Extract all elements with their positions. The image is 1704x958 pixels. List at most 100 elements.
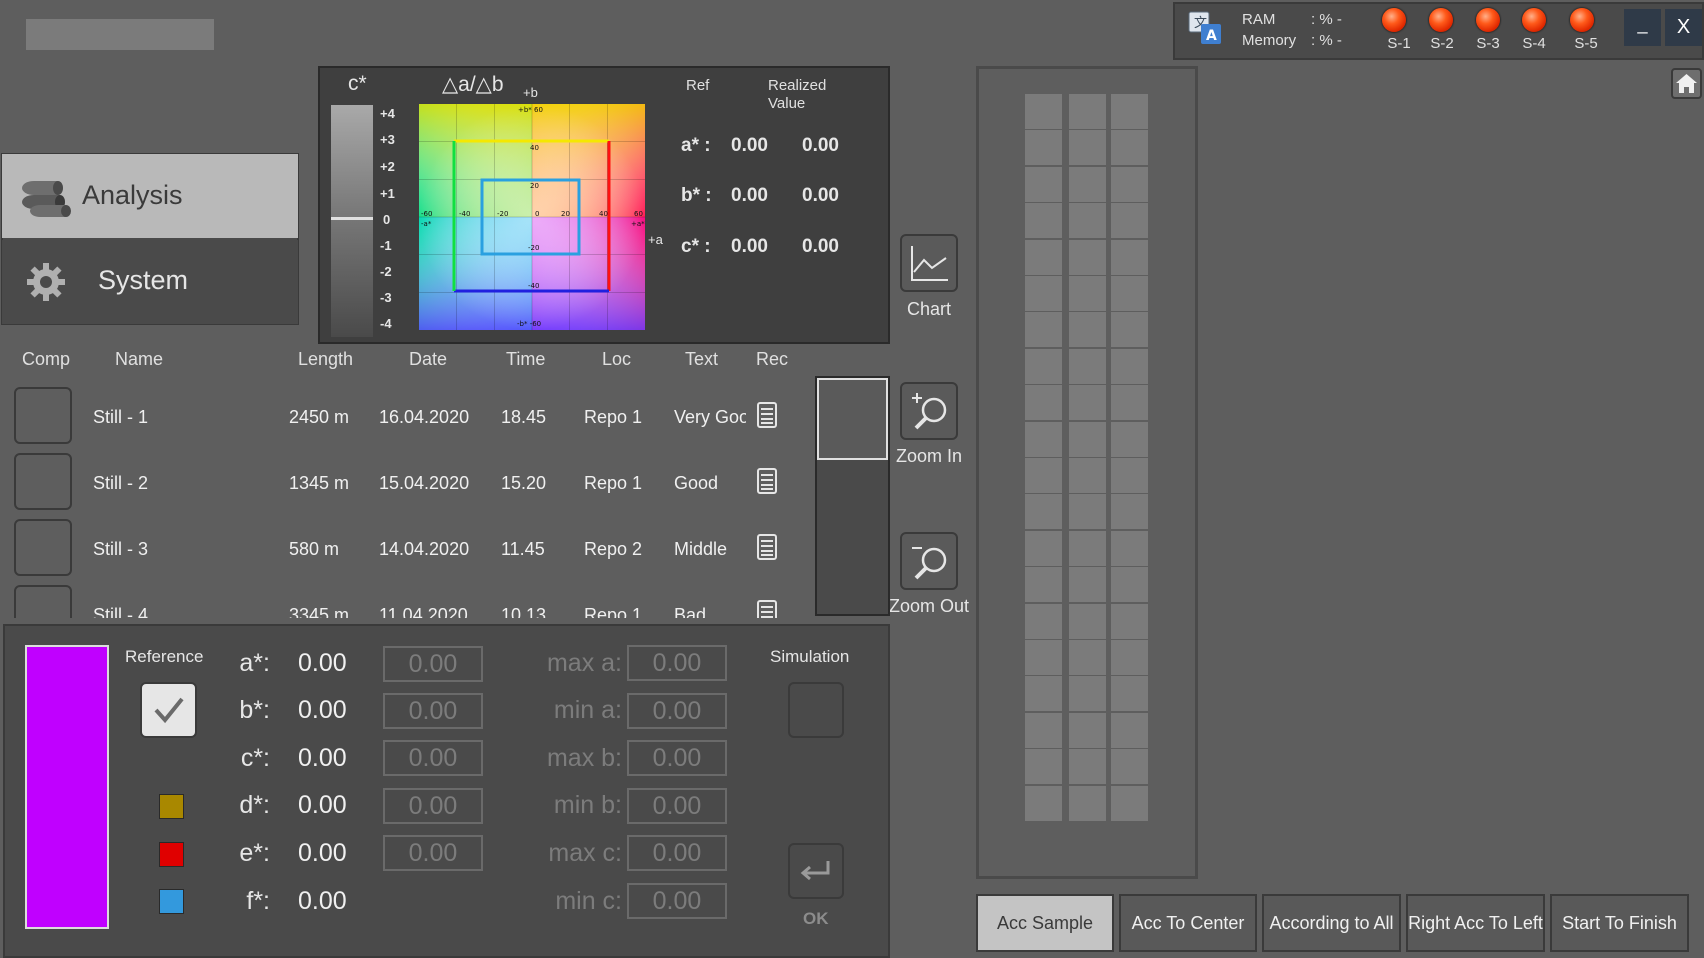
record-icon[interactable] — [757, 534, 777, 560]
grid-cell[interactable] — [1069, 94, 1106, 129]
title-placeholder — [26, 19, 214, 50]
grid-cell[interactable] — [1025, 239, 1062, 275]
grid-cell[interactable] — [1025, 94, 1062, 129]
min-b-input[interactable]: 0.00 — [627, 788, 727, 824]
grid-cell[interactable] — [1025, 785, 1062, 821]
compare-checkbox[interactable] — [14, 453, 72, 510]
grid-cell[interactable] — [1069, 239, 1106, 275]
grid-cell[interactable] — [1111, 640, 1148, 675]
grid-cell[interactable] — [1111, 312, 1148, 348]
record-icon[interactable] — [757, 468, 777, 494]
grid-cell[interactable] — [1111, 567, 1148, 603]
grid-cell[interactable] — [1025, 603, 1062, 639]
grid-cell[interactable] — [1111, 130, 1148, 166]
grid-cell[interactable] — [1111, 166, 1148, 202]
home-button[interactable] — [1671, 68, 1702, 99]
reference-checkbox[interactable] — [140, 682, 197, 738]
b-star-input[interactable]: 0.00 — [383, 693, 483, 729]
grid-cell[interactable] — [1069, 712, 1106, 748]
grid-cell[interactable] — [1069, 312, 1106, 348]
minimize-button[interactable]: _ — [1624, 9, 1661, 46]
record-icon[interactable] — [757, 600, 777, 618]
min-c-input[interactable]: 0.00 — [627, 883, 727, 919]
grid-cell[interactable] — [1025, 567, 1062, 603]
max-c-input[interactable]: 0.00 — [627, 835, 727, 871]
grid-cell[interactable] — [1069, 203, 1106, 239]
table-row[interactable]: Still - 3 580 m 14.04.2020 11.45 Repo 2 … — [0, 507, 800, 576]
grid-cell[interactable] — [1025, 348, 1062, 384]
grid-cell[interactable] — [1025, 421, 1062, 457]
grid-cell[interactable] — [1069, 785, 1106, 821]
max-a-input[interactable]: 0.00 — [627, 645, 727, 681]
grid-cell[interactable] — [1069, 421, 1106, 457]
grid-cell[interactable] — [1111, 603, 1148, 639]
start-to-finish-button[interactable]: Start To Finish — [1550, 894, 1689, 952]
grid-cell[interactable] — [1025, 203, 1062, 239]
grid-cell[interactable] — [1069, 676, 1106, 712]
grid-cell[interactable] — [1025, 276, 1062, 311]
max-b-input[interactable]: 0.00 — [627, 740, 727, 776]
grid-cell[interactable] — [1069, 494, 1106, 530]
grid-cell[interactable] — [1111, 421, 1148, 457]
grid-cell[interactable] — [1111, 712, 1148, 748]
grid-cell[interactable] — [1025, 494, 1062, 530]
c-star-input[interactable]: 0.00 — [383, 740, 483, 776]
grid-cell[interactable] — [1111, 530, 1148, 566]
simulation-checkbox[interactable] — [788, 682, 844, 738]
grid-cell[interactable] — [1111, 239, 1148, 275]
grid-cell[interactable] — [1025, 166, 1062, 202]
close-button[interactable]: X — [1665, 9, 1702, 46]
grid-cell[interactable] — [1111, 458, 1148, 493]
compare-checkbox[interactable] — [14, 585, 72, 618]
grid-cell[interactable] — [1025, 530, 1062, 566]
grid-cell[interactable] — [1025, 676, 1062, 712]
grid-cell[interactable] — [1069, 130, 1106, 166]
grid-cell[interactable] — [1025, 749, 1062, 785]
zoom-in-button[interactable] — [900, 382, 958, 440]
grid-cell[interactable] — [1069, 166, 1106, 202]
acc-to-center-button[interactable]: Acc To Center — [1119, 894, 1257, 952]
grid-cell[interactable] — [1025, 312, 1062, 348]
table-row[interactable]: Still - 2 1345 m 15.04.2020 15.20 Repo 1… — [0, 441, 800, 510]
grid-cell[interactable] — [1111, 676, 1148, 712]
e-star-input[interactable]: 0.00 — [383, 835, 483, 871]
grid-cell[interactable] — [1111, 749, 1148, 785]
grid-cell[interactable] — [1025, 458, 1062, 493]
grid-cell[interactable] — [1069, 348, 1106, 384]
zoom-out-button[interactable] — [900, 532, 958, 590]
grid-cell[interactable] — [1069, 603, 1106, 639]
grid-cell[interactable] — [1111, 385, 1148, 421]
table-row[interactable]: Still - 4 3345 m 11.04.2020 10.13 Repo 1… — [0, 573, 800, 618]
record-icon[interactable] — [757, 402, 777, 428]
grid-cell[interactable] — [1025, 130, 1062, 166]
grid-cell[interactable] — [1111, 348, 1148, 384]
table-row[interactable]: Still - 1 2450 m 16.04.2020 18.45 Repo 1… — [0, 375, 800, 444]
grid-cell[interactable] — [1069, 385, 1106, 421]
grid-cell[interactable] — [1069, 458, 1106, 493]
grid-cell[interactable] — [1111, 494, 1148, 530]
grid-cell[interactable] — [1069, 276, 1106, 311]
grid-cell[interactable] — [1025, 385, 1062, 421]
a-star-input[interactable]: 0.00 — [383, 646, 483, 682]
right-acc-to-left-button[interactable]: Right Acc To Left — [1406, 894, 1545, 952]
grid-cell[interactable] — [1025, 640, 1062, 675]
translate-icon[interactable]: 文 A — [1187, 10, 1223, 46]
grid-cell[interactable] — [1069, 567, 1106, 603]
acc-sample-button[interactable]: Acc Sample — [976, 894, 1114, 952]
grid-cell[interactable] — [1069, 530, 1106, 566]
chart-button[interactable] — [900, 234, 958, 292]
ok-button[interactable] — [788, 843, 844, 899]
grid-cell[interactable] — [1111, 203, 1148, 239]
according-to-all-button[interactable]: According to All — [1262, 894, 1401, 952]
grid-cell[interactable] — [1111, 276, 1148, 311]
grid-cell[interactable] — [1069, 640, 1106, 675]
d-star-input[interactable]: 0.00 — [383, 788, 483, 824]
min-a-input[interactable]: 0.00 — [627, 693, 727, 729]
grid-cell[interactable] — [1069, 749, 1106, 785]
grid-cell[interactable] — [1025, 712, 1062, 748]
compare-checkbox[interactable] — [14, 387, 72, 444]
grid-cell[interactable] — [1111, 785, 1148, 821]
table-scroll-thumb[interactable] — [817, 378, 888, 460]
grid-cell[interactable] — [1111, 94, 1148, 129]
compare-checkbox[interactable] — [14, 519, 72, 576]
